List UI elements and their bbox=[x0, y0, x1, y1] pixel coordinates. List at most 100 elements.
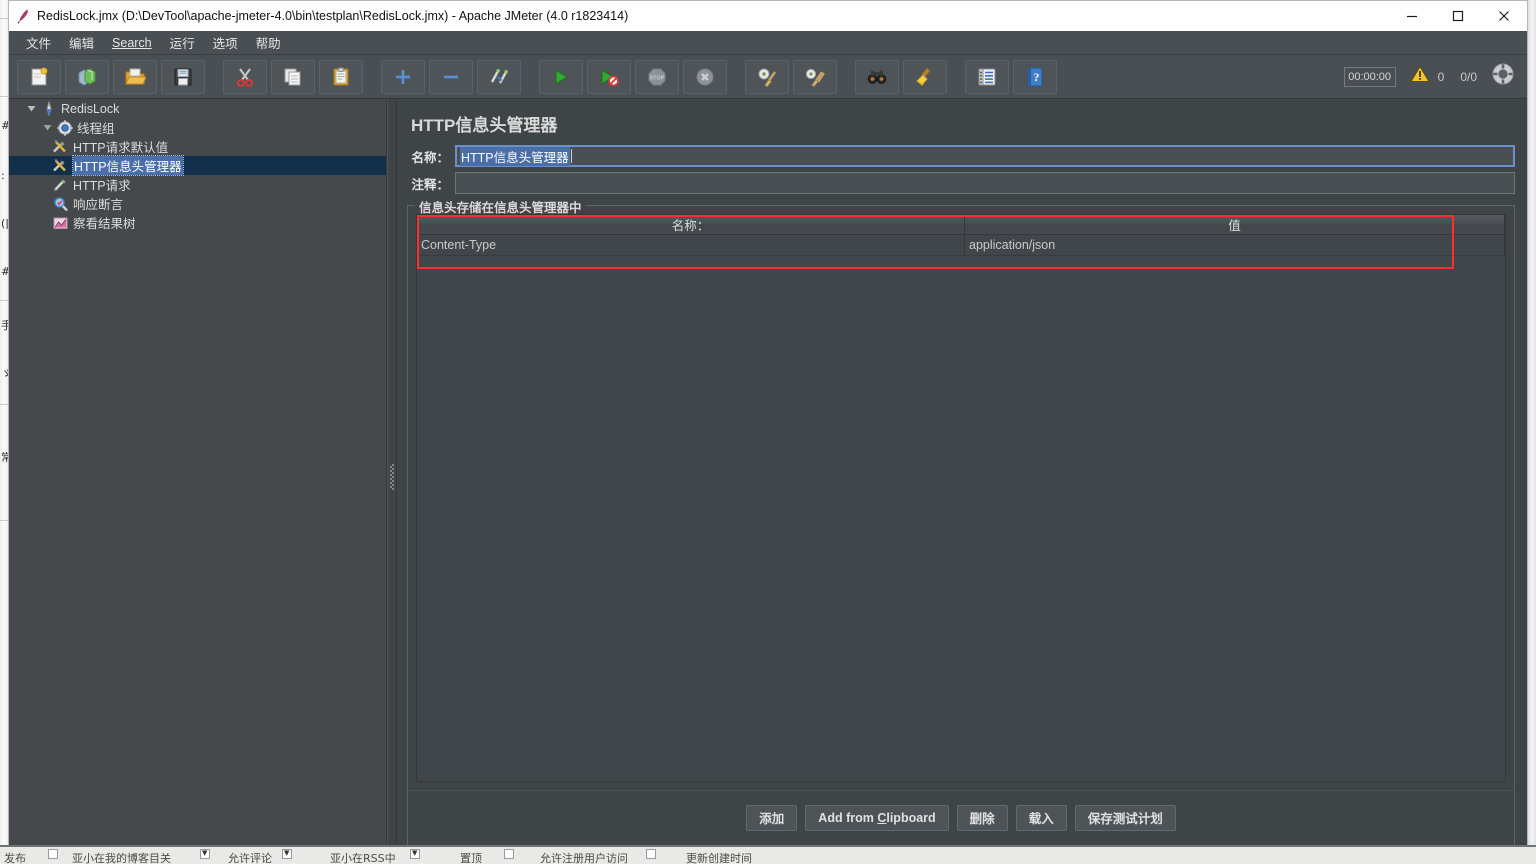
http-defaults-icon bbox=[51, 139, 71, 155]
menu-item-file-label: 文件 bbox=[26, 37, 52, 51]
menu-item-search[interactable]: Search bbox=[103, 33, 161, 53]
expander-collapse-icon[interactable] bbox=[23, 104, 39, 113]
splitter-grip-icon[interactable] bbox=[390, 464, 394, 490]
jmeter-main-window: RedisLock.jmx (D:\DevTool\apache-jmeter-… bbox=[8, 0, 1528, 856]
add-button-label: 添加 bbox=[759, 812, 785, 826]
menu-item-run-label: 运行 bbox=[169, 37, 195, 51]
help-button[interactable]: ? bbox=[1013, 59, 1057, 94]
close-icon[interactable] bbox=[1481, 1, 1527, 31]
headers-group-box: 信息头存储在信息头管理器中 名称： 值 Content-Type applica… bbox=[407, 197, 1515, 855]
menu-item-file[interactable]: 文件 bbox=[17, 30, 60, 55]
tree-node-header-manager[interactable]: HTTP信息头管理器 bbox=[9, 155, 386, 176]
background-window-bottom-strip: 发布 亚小在我的博客目关 允许评论 亚小在RSS中 置顶 允许注册用户访问 更新… bbox=[0, 845, 1536, 864]
table-header-row: 名称： 值 bbox=[417, 215, 1505, 235]
menu-item-search-label: Search bbox=[112, 35, 152, 50]
tree-node-label: HTTP请求 bbox=[73, 179, 131, 193]
menu-bar: 文件 编辑 Search 运行 选项 帮助 bbox=[9, 31, 1527, 55]
delete-button[interactable]: 删除 bbox=[956, 804, 1008, 831]
paste-button[interactable] bbox=[319, 59, 363, 94]
window-controls bbox=[1389, 1, 1527, 31]
menu-item-edit-label: 编辑 bbox=[69, 37, 95, 51]
cell-header-value[interactable]: application/json bbox=[965, 235, 1505, 256]
bg-cell-0: 发布 bbox=[4, 852, 26, 864]
bg-cell-2: 允许评论 bbox=[228, 852, 272, 864]
templates-button[interactable] bbox=[65, 59, 109, 94]
remote-connect-icon[interactable] bbox=[1491, 62, 1515, 91]
warning-triangle-icon[interactable] bbox=[1409, 65, 1430, 88]
new-button[interactable] bbox=[17, 59, 61, 94]
tree-node-response-assertion[interactable]: 响应断言 bbox=[9, 194, 386, 213]
title-bar: RedisLock.jmx (D:\DevTool\apache-jmeter-… bbox=[9, 1, 1527, 31]
load-button[interactable]: 载入 bbox=[1015, 804, 1067, 831]
bg-combo-1 bbox=[200, 849, 210, 859]
minimize-icon[interactable] bbox=[1389, 1, 1435, 31]
http-sampler-icon bbox=[51, 177, 71, 193]
tree-node-label: 察看结果树 bbox=[73, 217, 136, 231]
window-title: RedisLock.jmx (D:\DevTool\apache-jmeter-… bbox=[37, 8, 629, 23]
bg-combo-2 bbox=[282, 849, 292, 859]
header-manager-panel: HTTP信息头管理器 名称： HTTP信息头管理器 注释： 信息头存储在信息头管… bbox=[397, 99, 1527, 855]
panel-splitter[interactable] bbox=[387, 99, 397, 855]
copy-button[interactable] bbox=[271, 59, 315, 94]
test-plan-tree[interactable]: RedisLock 线程组 HTTP请求默认值 HTTP信息头管理器 HTTP请… bbox=[9, 99, 387, 855]
save-test-plan-button[interactable]: 保存测试计划 bbox=[1074, 804, 1176, 831]
clear-all-button[interactable] bbox=[793, 59, 837, 94]
function-helper-button[interactable] bbox=[965, 59, 1009, 94]
reset-search-button[interactable] bbox=[903, 59, 947, 94]
name-input[interactable]: HTTP信息头管理器 bbox=[455, 145, 1515, 167]
tree-node-http-request[interactable]: HTTP请求 bbox=[9, 175, 386, 194]
bg-cell-3: 亚小在RSS中 bbox=[330, 852, 396, 864]
menu-item-edit[interactable]: 编辑 bbox=[60, 30, 103, 55]
save-button[interactable] bbox=[161, 59, 205, 94]
expander-collapse-icon[interactable] bbox=[39, 123, 55, 132]
menu-item-help[interactable]: 帮助 bbox=[247, 30, 290, 55]
elapsed-time-field: 00:00:00 bbox=[1343, 66, 1396, 87]
svg-text:STOP: STOP bbox=[649, 75, 664, 81]
cell-header-name[interactable]: Content-Type bbox=[417, 235, 965, 256]
column-header-name[interactable]: 名称： bbox=[417, 215, 965, 235]
start-no-pauses-button[interactable] bbox=[587, 59, 631, 94]
main-split: RedisLock 线程组 HTTP请求默认值 HTTP信息头管理器 HTTP请… bbox=[9, 99, 1527, 855]
menu-item-options-label: 选项 bbox=[212, 37, 238, 51]
headers-table[interactable]: 名称： 值 Content-Type application/json bbox=[416, 214, 1506, 782]
toolbar: STOP ? 00:00:00 0 0/0 bbox=[9, 55, 1527, 99]
load-button-label: 载入 bbox=[1028, 812, 1054, 826]
bg-checkbox-5 bbox=[646, 849, 656, 859]
start-button[interactable] bbox=[539, 59, 583, 94]
add-button[interactable]: 添加 bbox=[746, 804, 798, 831]
table-action-buttons: 添加 Add from Clipboard 删除 载入 保存测试计划 bbox=[408, 790, 1514, 844]
collapse-all-button[interactable] bbox=[429, 59, 473, 94]
expand-all-button[interactable] bbox=[381, 59, 425, 94]
comment-input[interactable] bbox=[455, 172, 1515, 194]
name-input-value: HTTP信息头管理器 bbox=[460, 146, 570, 166]
thread-group-icon bbox=[55, 119, 75, 136]
tree-node-label: HTTP信息头管理器 bbox=[72, 155, 184, 176]
bg-combo-3 bbox=[410, 849, 420, 859]
tree-node-http-defaults[interactable]: HTTP请求默认值 bbox=[9, 137, 386, 156]
open-button[interactable] bbox=[113, 59, 157, 94]
toolbar-status-area: 00:00:00 0 0/0 bbox=[1343, 62, 1519, 91]
toggle-button[interactable] bbox=[477, 59, 521, 94]
stop-button[interactable]: STOP bbox=[635, 59, 679, 94]
name-row: 名称： HTTP信息头管理器 bbox=[407, 144, 1515, 168]
shutdown-button[interactable] bbox=[683, 59, 727, 94]
tree-node-view-results-tree[interactable]: 察看结果树 bbox=[9, 213, 386, 232]
search-button[interactable] bbox=[855, 59, 899, 94]
menu-item-options[interactable]: 选项 bbox=[204, 30, 247, 55]
bg-checkbox-0 bbox=[48, 849, 58, 859]
menu-item-run[interactable]: 运行 bbox=[161, 30, 204, 55]
svg-text:?: ? bbox=[1034, 70, 1040, 84]
column-header-value[interactable]: 值 bbox=[965, 215, 1505, 235]
cut-button[interactable] bbox=[223, 59, 267, 94]
tree-node-redislock[interactable]: RedisLock bbox=[9, 99, 386, 118]
maximize-icon[interactable] bbox=[1435, 1, 1481, 31]
tree-node-label: HTTP请求默认值 bbox=[73, 141, 169, 155]
add-from-clipboard-button[interactable]: Add from Clipboard bbox=[805, 804, 949, 831]
bg-checkbox-4 bbox=[504, 849, 514, 859]
tree-node-thread-group[interactable]: 线程组 bbox=[9, 118, 386, 137]
view-results-icon bbox=[51, 215, 71, 231]
table-row[interactable]: Content-Type application/json bbox=[417, 235, 1505, 256]
background-strip-row: 发布 亚小在我的博客目关 允许评论 亚小在RSS中 置顶 允许注册用户访问 更新… bbox=[0, 845, 1536, 864]
comment-label: 注释： bbox=[411, 177, 449, 192]
clear-button[interactable] bbox=[745, 59, 789, 94]
